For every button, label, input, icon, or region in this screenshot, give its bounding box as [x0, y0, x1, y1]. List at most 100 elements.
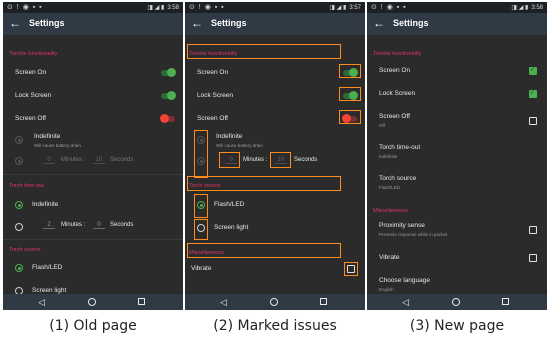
timeout-minutes-unit: Minutes :: [61, 222, 86, 228]
nav-back-icon[interactable]: ◁: [220, 297, 227, 307]
lock-screen-checkbox[interactable]: [529, 89, 537, 98]
divider: [3, 174, 183, 175]
lock-screen-switch[interactable]: [161, 91, 176, 100]
notification-icons: ⊙ ! ◉ ▪ ▪: [7, 4, 43, 11]
back-arrow-icon[interactable]: ←: [9, 16, 21, 30]
section-header-torchie: Torchie functionality: [9, 51, 58, 57]
issue-marker: [187, 243, 341, 258]
system-icons: ◨ ◢ ▮ 3:57: [329, 5, 361, 11]
language-label[interactable]: Choose language: [379, 277, 430, 284]
screen-on-label: Screen On: [379, 67, 411, 74]
nav-recents-icon[interactable]: [320, 298, 327, 305]
navigation-bar: ◁: [3, 294, 183, 310]
indefinite-radio[interactable]: [15, 136, 23, 144]
clock: 3:57: [349, 5, 361, 11]
language-sub: English: [379, 287, 394, 292]
nav-home-icon[interactable]: [452, 298, 460, 306]
navigation-bar: ◁: [367, 294, 547, 310]
issue-marker: [187, 176, 341, 191]
seconds-unit: Seconds: [294, 157, 318, 163]
marked-issues-screenshot: ⊙ ! ◉ ▪ ▪ ◨ ◢ ▮ 3:57 ← Settings Torchie f…: [185, 2, 365, 310]
minutes-radio[interactable]: [197, 157, 205, 165]
issue-marker: [194, 194, 208, 218]
back-arrow-icon[interactable]: ←: [191, 16, 203, 30]
old-page-screenshot: ⊙ ! ◉ ▪ ▪ ◨ ◢ ▮ 3:58 ← Settings Torchie f…: [3, 2, 183, 310]
caption-new-page: (3) New page: [409, 318, 505, 334]
divider: [3, 239, 183, 240]
indefinite-label: Indefinite: [216, 133, 243, 140]
timeout-minutes-radio[interactable]: [15, 223, 23, 231]
screen-on-switch[interactable]: [161, 68, 176, 77]
caption-marked-issues: (2) Marked issues: [213, 318, 337, 334]
source-label[interactable]: Torch source: [379, 175, 416, 182]
indefinite-sub: Will cause battery drain: [34, 143, 81, 148]
screen-off-sub: Off: [379, 123, 385, 128]
screen-light-label: Screen light: [214, 224, 249, 231]
lock-screen-label: Lock Screen: [379, 90, 416, 97]
flash-led-label: Flash/LED: [214, 201, 245, 208]
nav-home-icon[interactable]: [270, 298, 278, 306]
navigation-bar: ◁: [185, 294, 365, 310]
timeout-label[interactable]: Torch time-out: [379, 144, 420, 151]
minutes-unit: Minutes :: [61, 157, 86, 163]
vibrate-checkbox[interactable]: [529, 254, 537, 262]
proximity-label: Proximity sense: [379, 222, 425, 229]
seconds-unit: Seconds: [110, 157, 134, 163]
proximity-checkbox[interactable]: [529, 226, 537, 234]
system-icons: ◨ ◢ ▮ 3:58: [511, 5, 543, 11]
status-bar: ⊙ ! ◉ ▪ ▪ ◨ ◢ ▮ 3:57: [185, 2, 365, 13]
minutes-radio[interactable]: [15, 157, 23, 165]
issue-marker: [187, 44, 341, 59]
section-header-misc: Miscellaneous: [373, 208, 408, 214]
page-title: Settings: [211, 18, 247, 28]
timeout-seconds-input[interactable]: 0: [93, 222, 105, 229]
lock-screen-label: Lock Screen: [15, 92, 52, 99]
screen-light-label: Screen light: [32, 287, 67, 294]
clock: 3:58: [531, 5, 543, 11]
nav-back-icon[interactable]: ◁: [38, 297, 45, 307]
page-title: Settings: [393, 18, 429, 28]
screen-off-label: Screen Off: [15, 115, 46, 122]
flash-led-radio[interactable]: [15, 264, 23, 272]
status-bar: ⊙ ! ◉ ▪ ▪ ◨ ◢ ▮ 3:58: [3, 2, 183, 13]
app-bar: ← Settings: [367, 13, 547, 35]
screen-on-label: Screen On: [197, 69, 229, 76]
back-arrow-icon[interactable]: ←: [373, 16, 385, 30]
status-bar: ⊙ ! ◉ ▪ ▪ ◨ ◢ ▮ 3:58: [367, 2, 547, 13]
clock: 3:58: [167, 5, 179, 11]
section-header-torchie: Torchie functionality: [373, 51, 422, 57]
source-sub: Flash/LED: [379, 185, 401, 190]
settings-list: Torchie functionality Screen On Lock Scr…: [185, 35, 365, 294]
screen-off-label: Screen Off: [197, 115, 228, 122]
seconds-input[interactable]: 10: [93, 157, 105, 164]
notification-icons: ⊙ ! ◉ ▪ ▪: [371, 4, 407, 11]
nav-home-icon[interactable]: [88, 298, 96, 306]
app-bar: ← Settings: [185, 13, 365, 35]
nav-recents-icon[interactable]: [502, 298, 509, 305]
flash-led-label: Flash/LED: [32, 264, 63, 271]
nav-back-icon[interactable]: ◁: [402, 297, 409, 307]
indefinite-label: Indefinite: [34, 133, 61, 140]
indefinite-sub: Will cause battery drain: [216, 143, 263, 148]
minutes-input[interactable]: 0: [43, 157, 55, 164]
issue-marker: [339, 87, 361, 101]
issue-marker: [194, 130, 208, 178]
page-title: Settings: [29, 18, 65, 28]
screen-on-label: Screen On: [15, 69, 47, 76]
issue-marker: [339, 64, 361, 78]
new-page-screenshot: ⊙ ! ◉ ▪ ▪ ◨ ◢ ▮ 3:58 ← Settings Torchie f…: [367, 2, 547, 310]
issue-marker: [339, 110, 361, 124]
system-icons: ◨ ◢ ▮ 3:58: [147, 5, 179, 11]
vibrate-label: Vibrate: [379, 254, 400, 261]
caption-old-page: (1) Old page: [49, 318, 137, 334]
app-bar: ← Settings: [3, 13, 183, 35]
nav-recents-icon[interactable]: [138, 298, 145, 305]
notification-icons: ⊙ ! ◉ ▪ ▪: [189, 4, 225, 11]
screen-off-switch[interactable]: [160, 114, 175, 123]
timeout-indefinite-radio[interactable]: [15, 201, 23, 209]
proximity-sub: Prevents response while in pocket: [379, 232, 448, 237]
screen-on-checkbox[interactable]: [529, 66, 537, 75]
screen-off-checkbox[interactable]: [529, 117, 537, 125]
timeout-minutes-input[interactable]: 2: [43, 222, 55, 229]
timeout-indefinite-label: Indefinite: [32, 201, 59, 208]
